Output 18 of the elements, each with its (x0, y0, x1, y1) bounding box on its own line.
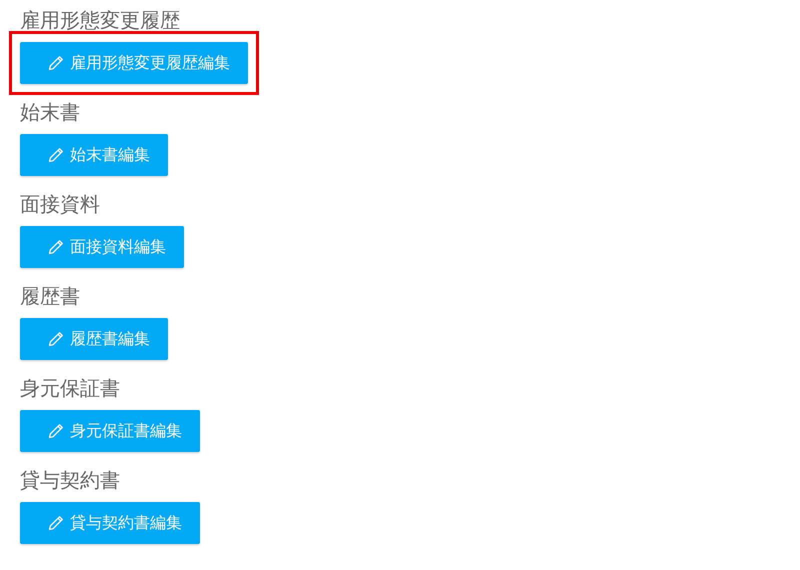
pencil-icon (48, 331, 64, 347)
pencil-icon (48, 55, 64, 71)
edit-button[interactable]: 身元保証書編集 (20, 410, 200, 452)
section-heading: 面接資料 (20, 191, 100, 218)
edit-button[interactable]: 面接資料編集 (20, 226, 184, 268)
pencil-icon (48, 515, 64, 531)
pencil-icon (48, 239, 64, 255)
edit-button[interactable]: 始末書編集 (20, 134, 168, 176)
edit-button[interactable]: 履歴書編集 (20, 318, 168, 360)
edit-button[interactable]: 雇用形態変更履歴編集 (20, 42, 248, 84)
section-heading: 身元保証書 (20, 375, 120, 402)
section-heading: 貸与契約書 (20, 467, 120, 494)
section-heading: 履歴書 (20, 283, 80, 310)
edit-button[interactable]: 貸与契約書編集 (20, 502, 200, 544)
section-heading: 雇用形態変更履歴 (20, 7, 180, 34)
pencil-icon (48, 423, 64, 439)
pencil-icon (48, 147, 64, 163)
section-heading: 始末書 (20, 99, 80, 126)
